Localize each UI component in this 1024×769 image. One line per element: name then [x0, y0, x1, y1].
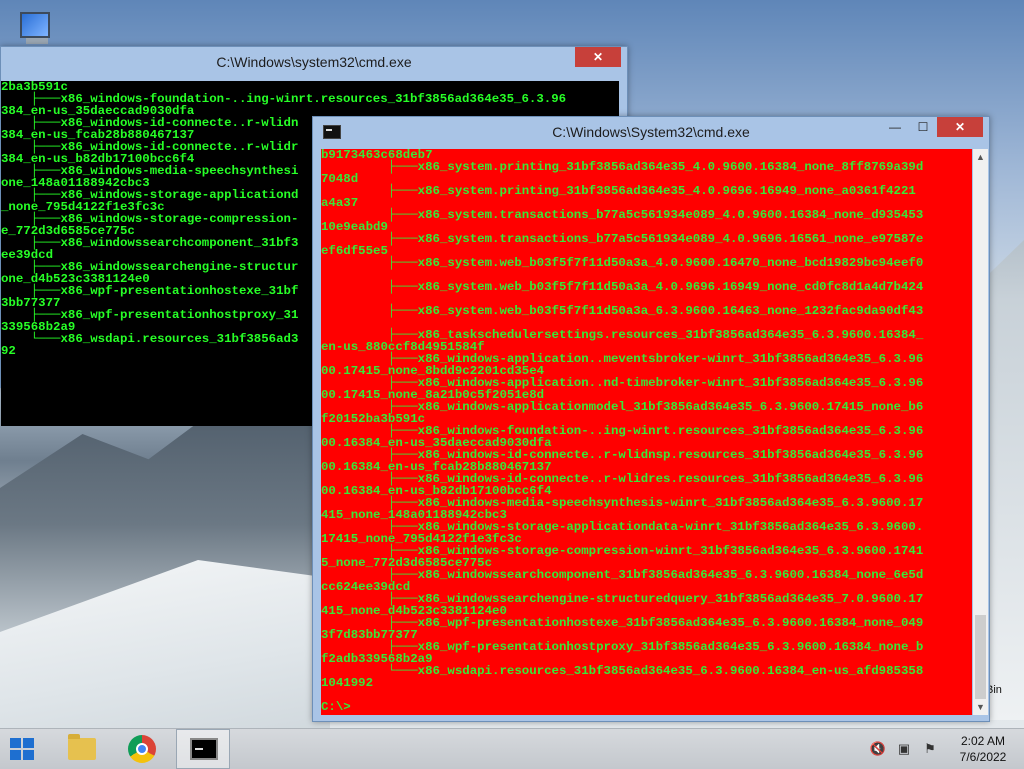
window-titlebar[interactable]: C:\Windows\system32\cmd.exe [1, 47, 627, 77]
network-icon[interactable]: ▣ [894, 741, 914, 757]
this-pc-icon[interactable] [14, 8, 58, 48]
console-line: ├───x86_system.transactions_b77a5c561934… [321, 232, 924, 246]
console-line: ├───x86_system.printing_31bf3856ad364e35… [321, 184, 916, 198]
console-line: └───x86_wsdapi.resources_31bf3856ad364e3… [321, 664, 924, 678]
window-controls: — ☐ ✕ [881, 117, 983, 137]
console-line: ├───x86_windowssearchcomponent_31bf3856a… [321, 568, 924, 582]
console-line: ├───x86_system.transactions_b77a5c561934… [321, 208, 924, 222]
console-line: ├───x86_system.web_b03f5f7f11d50a3a_4.0.… [321, 256, 924, 270]
maximize-button[interactable]: ☐ [909, 117, 937, 137]
console-line: ├───x86_system.web_b03f5f7f11d50a3a_4.0.… [321, 280, 924, 294]
console-line: ├───x86_system.web_b03f5f7f11d50a3a_6.3.… [321, 304, 924, 318]
console-line: C:\> [321, 700, 351, 714]
console-line: ├───x86_system.printing_31bf3856ad364e35… [321, 160, 924, 174]
action-center-icon[interactable]: ⚑ [920, 741, 940, 757]
close-button[interactable]: ✕ [575, 47, 621, 67]
scrollbar-thumb[interactable] [975, 615, 986, 699]
cmd-window-front[interactable]: C:\Windows\System32\cmd.exe — ☐ ✕ b91734… [312, 116, 990, 722]
clock[interactable]: 2:02 AM 7/6/2022 [946, 733, 1020, 765]
window-title: C:\Windows\system32\cmd.exe [216, 54, 412, 70]
scroll-up-arrow-icon[interactable]: ▲ [973, 149, 988, 165]
console-line: 1041992 [321, 676, 374, 690]
start-button[interactable] [10, 738, 36, 762]
window-controls: ✕ [575, 47, 621, 67]
minimize-button[interactable]: — [881, 117, 909, 137]
close-button[interactable]: ✕ [937, 117, 983, 137]
scroll-down-arrow-icon[interactable]: ▼ [973, 699, 988, 715]
clock-time: 2:02 AM [960, 734, 1006, 748]
taskbar: 🔇 ▣ ⚑ 2:02 AM 7/6/2022 [0, 728, 1024, 769]
chrome-taskbar-button[interactable] [114, 729, 168, 769]
console-output[interactable]: b9173463c68deb7 ├───x86_system.printing_… [321, 149, 972, 715]
volume-muted-icon[interactable]: 🔇 [868, 741, 888, 757]
cmd-taskbar-button[interactable] [176, 729, 230, 769]
clock-date: 7/6/2022 [959, 750, 1007, 764]
window-title: C:\Windows\System32\cmd.exe [552, 124, 750, 140]
vertical-scrollbar[interactable]: ▲ ▼ [973, 149, 988, 715]
cmd-icon [190, 738, 218, 760]
cmd-icon[interactable] [323, 125, 341, 139]
console-line: ├───x86_wpf-presentationhostexe_31bf3856… [321, 616, 924, 630]
file-explorer-taskbar-button[interactable] [54, 729, 108, 769]
folder-icon [68, 734, 96, 760]
system-tray: 🔇 ▣ ⚑ 2:02 AM 7/6/2022 [868, 729, 1024, 769]
chrome-icon [128, 735, 156, 763]
